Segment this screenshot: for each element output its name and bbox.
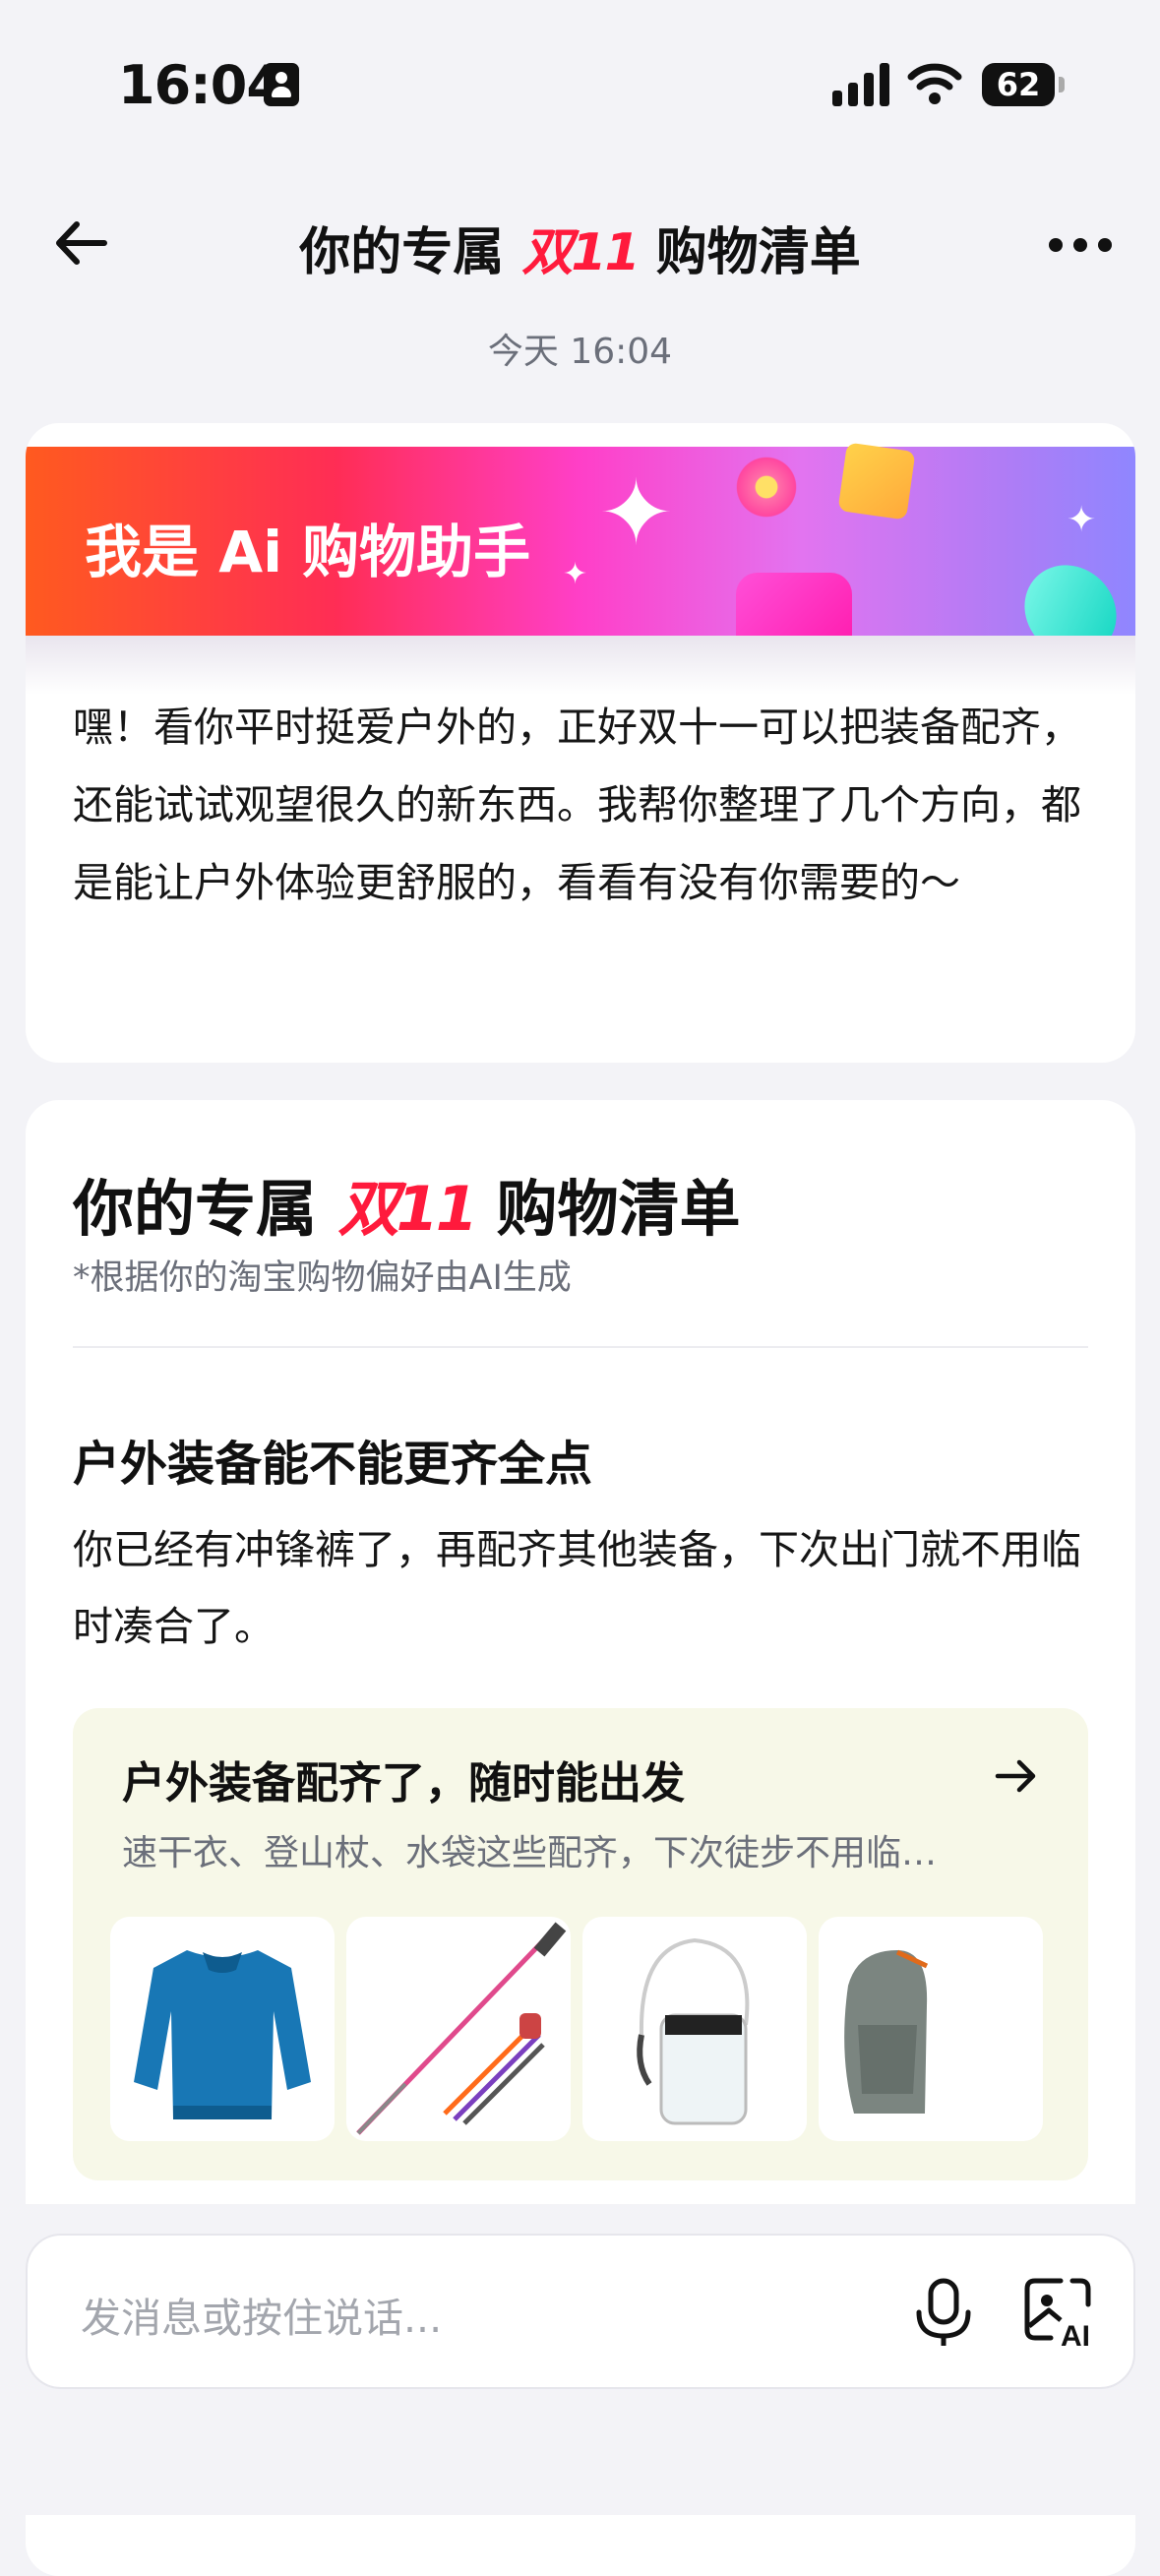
message-input[interactable]: 发消息或按住说话... (81, 2285, 442, 2344)
product-trekking-pole[interactable] (346, 1917, 571, 2141)
gear-card-title: 户外装备配齐了，随时能出发 (122, 1758, 685, 1809)
flower-decoration (732, 453, 801, 521)
microphone-icon[interactable] (911, 2277, 976, 2348)
trekking-pole-image (356, 1922, 567, 2135)
product-water-bladder[interactable] (582, 1917, 807, 2141)
product-quick-dry-shirt[interactable] (110, 1917, 335, 2141)
sparkle-small-icon: ✦ (563, 557, 588, 591)
section-description: 你已经有冲锋裤了，再配齐其他装备，下次出门就不用临时凑合了。 (73, 1526, 1081, 1650)
message-input-bar[interactable]: 发消息或按住说话... AI (26, 2234, 1135, 2389)
id-card-icon (264, 63, 299, 106)
gold-cube-decoration (837, 442, 916, 521)
section-title: 户外装备能不能更齐全点 (73, 1437, 593, 1492)
battery-cap (1059, 77, 1065, 92)
title-pre: 你的专属 (299, 223, 505, 282)
list-title: 你的专属 双11 购物清单 (73, 1159, 741, 1248)
list-title-pre: 你的专属 (73, 1173, 318, 1245)
list-title-post: 购物清单 (496, 1173, 741, 1245)
title-highlight: 双11 (521, 223, 640, 282)
banner-shade (26, 636, 1135, 695)
wifi-icon (907, 63, 962, 104)
assistant-message-card: ✦ ✦ ✦ 我是 Ai 购物助手 嘿！看你平时挺爱户外的，正好双十一可以把装备配… (26, 423, 1135, 1063)
list-title-highlight: 双11 (337, 1173, 478, 1245)
sparkle-icon: ✦ (598, 460, 675, 566)
list-subtitle: *根据你的淘宝购物偏好由AI生成 (73, 1258, 572, 1298)
product-hiking-backpack[interactable] (819, 1917, 1043, 2141)
gear-card-description: 速干衣、登山杖、水袋这些配齐，下次徒步不用临… (122, 1833, 938, 1873)
page-title: 你的专属 双11 购物清单 (0, 211, 1160, 284)
message-timestamp: 今天 16:04 (487, 332, 673, 372)
arrow-right-icon[interactable] (992, 1751, 1041, 1801)
shirt-image (134, 1950, 311, 2119)
status-bar: 16:04 62 (0, 0, 1160, 167)
assistant-message: 嘿！看你平时挺爱户外的，正好双十一可以把装备配齐，还能试试观望很久的新东西。我帮… (73, 704, 1081, 906)
assistant-banner-text: 我是 Ai 购物助手 (85, 519, 531, 585)
image-ai-icon[interactable]: AI (1021, 2275, 1094, 2348)
outdoor-gear-card[interactable]: 户外装备配齐了，随时能出发 速干衣、登山杖、水袋这些配齐，下次徒步不用临… (73, 1708, 1088, 2180)
status-time: 16:04 (118, 54, 283, 116)
divider (73, 1346, 1088, 1348)
sparkle-right-icon: ✦ (1067, 500, 1097, 540)
cellular-signal-icon (832, 63, 891, 106)
title-post: 购物清单 (655, 223, 861, 282)
water-bladder-image (637, 1937, 750, 2125)
svg-text:AI: AI (1061, 2320, 1090, 2348)
backpack-image (844, 1949, 929, 2114)
battery-icon: 62 (982, 63, 1055, 106)
more-options-icon[interactable] (1049, 238, 1112, 254)
nav-bar: 你的专属 双11 购物清单 (0, 187, 1160, 295)
assistant-banner: ✦ ✦ ✦ 我是 Ai 购物助手 (26, 442, 1135, 689)
